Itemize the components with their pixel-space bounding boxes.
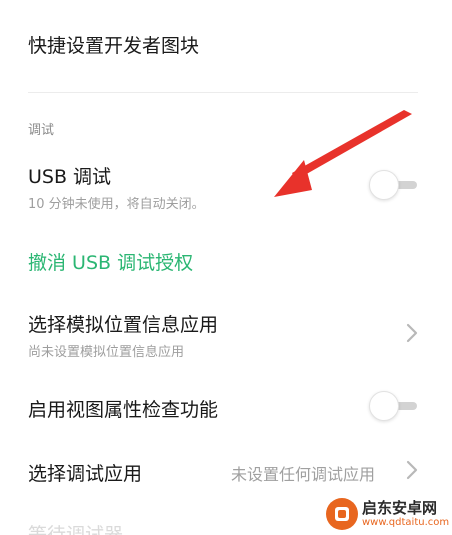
watermark-name: 启东安卓网	[362, 499, 438, 517]
wait-debugger-title[interactable]: 等待调试器	[28, 520, 123, 535]
debug-app-title: 选择调试应用	[28, 463, 143, 485]
chevron-right-icon	[406, 323, 418, 343]
view-attribute-title: 启用视图属性检查功能	[28, 399, 219, 421]
mock-location-row[interactable]: 选择模拟位置信息应用 尚未设置模拟位置信息应用	[0, 300, 452, 368]
watermark-url: www.qdtaitu.com	[362, 517, 450, 528]
mock-location-title: 选择模拟位置信息应用	[28, 314, 219, 336]
debug-app-value: 未设置任何调试应用	[231, 465, 376, 484]
mock-location-subtitle: 尚未设置模拟位置信息应用	[28, 345, 185, 360]
view-attribute-row[interactable]: 启用视图属性检查功能	[0, 385, 452, 433]
revoke-usb-authorizations-link[interactable]: 撤消 USB 调试授权	[28, 248, 193, 275]
arrow-shaft	[292, 110, 412, 180]
watermark-logo-icon	[326, 498, 358, 530]
toggle-knob	[369, 391, 399, 421]
watermark: 启东安卓网 www.qdtaitu.com	[318, 495, 452, 535]
debug-app-row[interactable]: 选择调试应用 未设置任何调试应用	[0, 450, 452, 492]
chevron-right-icon	[406, 460, 418, 480]
view-attribute-toggle[interactable]	[369, 391, 419, 421]
